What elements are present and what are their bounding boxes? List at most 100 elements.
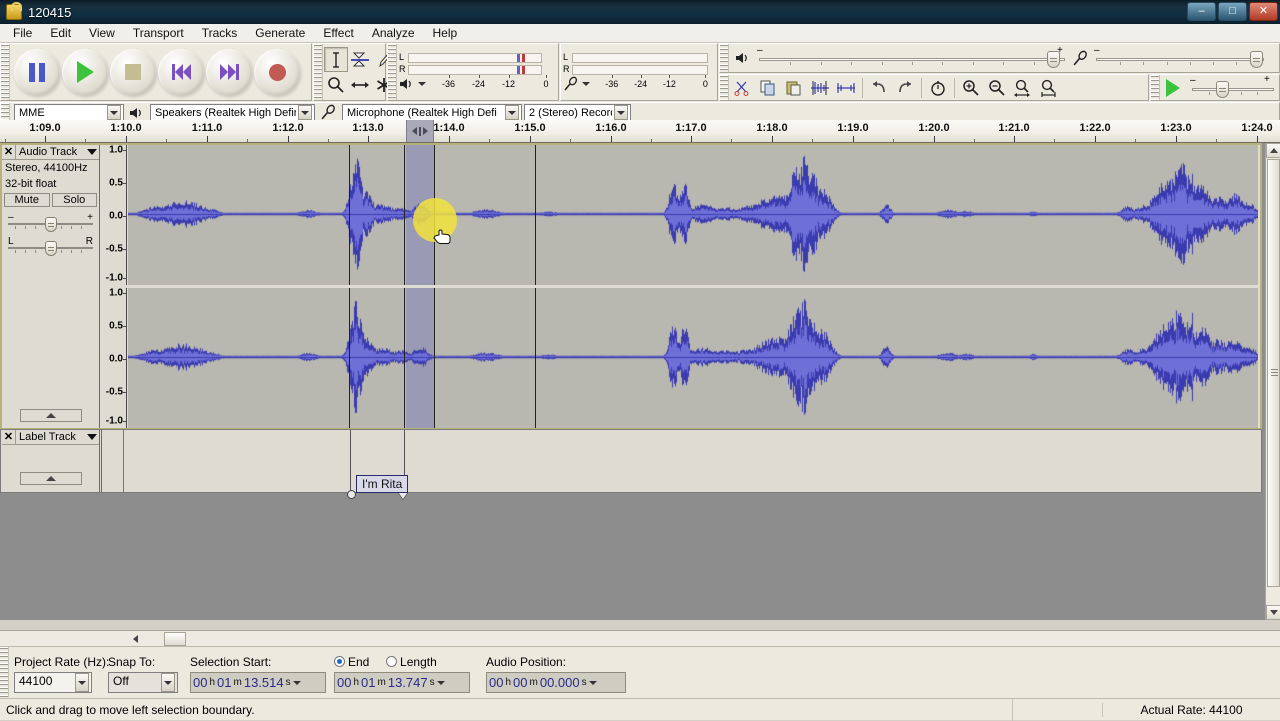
menu-generate[interactable]: Generate — [246, 24, 314, 42]
length-radio[interactable] — [386, 656, 398, 667]
scroll-down-button[interactable] — [1266, 605, 1280, 620]
selection-start-field[interactable]: 00 h 01 m 13.514 s — [190, 672, 326, 693]
stop-button[interactable] — [110, 49, 156, 95]
audio-track-collapse-button[interactable] — [20, 409, 82, 422]
record-meter-menu-icon[interactable] — [418, 82, 426, 86]
audio-track-control-panel[interactable]: ✕ Audio Track Stereo, 44100Hz 32-bit flo… — [2, 145, 100, 428]
playback-meter[interactable]: L R -36 -24 -12 0 — [561, 44, 717, 100]
menu-analyze[interactable]: Analyze — [363, 24, 424, 42]
scroll-left-button[interactable] — [128, 632, 142, 646]
pause-button[interactable] — [14, 49, 60, 95]
horizontal-scrollbar[interactable] — [0, 630, 1280, 646]
gain-slider-thumb[interactable] — [44, 217, 57, 232]
selection-edge-line-right[interactable] — [434, 288, 435, 428]
selection-toolbar-grip[interactable] — [0, 647, 9, 697]
input-volume-thumb[interactable] — [1250, 51, 1263, 68]
horizontal-scroll-thumb[interactable] — [164, 632, 186, 646]
tools-grip[interactable] — [314, 44, 323, 100]
label-right-handle[interactable] — [398, 492, 408, 499]
playhead-indicator[interactable] — [406, 120, 434, 142]
menu-edit[interactable]: Edit — [41, 24, 80, 42]
track-menu-button[interactable] — [85, 149, 99, 155]
project-rate-combo[interactable]: 44100 — [14, 672, 92, 693]
playspeed-grip[interactable] — [1151, 75, 1160, 100]
paste-button[interactable] — [781, 76, 807, 100]
input-device-arrow[interactable] — [505, 105, 519, 120]
play-speed-slider[interactable]: – + — [1190, 74, 1276, 98]
timeshift-tool[interactable] — [348, 72, 372, 97]
snap-to-arrow[interactable] — [161, 673, 175, 692]
pan-slider[interactable]: L R — [8, 236, 93, 257]
edit-grip[interactable] — [720, 75, 729, 100]
close-button[interactable]: ✕ — [1249, 2, 1278, 21]
menu-tracks[interactable]: Tracks — [193, 24, 247, 42]
project-rate-arrow[interactable] — [75, 673, 89, 692]
label-track-menu-button[interactable] — [85, 434, 99, 440]
scroll-up-button[interactable] — [1266, 143, 1280, 158]
selstart-spinner[interactable] — [293, 680, 302, 685]
end-radio[interactable] — [334, 656, 345, 667]
label-track-content[interactable]: I'm Rita — [101, 430, 1258, 499]
menu-help[interactable]: Help — [424, 24, 467, 42]
input-channels-combo[interactable]: 2 (Stereo) Record — [524, 104, 631, 121]
label-track-control-panel[interactable]: ✕ Label Track — [2, 430, 100, 492]
play-meter-menu-icon[interactable] — [582, 82, 590, 86]
input-channels-arrow[interactable] — [614, 105, 628, 120]
menu-effect[interactable]: Effect — [314, 24, 362, 42]
sync-lock-button[interactable] — [925, 76, 951, 100]
selection-end-field[interactable]: 00 h 01 m 13.747 s — [334, 672, 470, 693]
undo-button[interactable] — [866, 76, 892, 100]
output-volume-slider[interactable]: – + — [757, 45, 1067, 68]
recording-meter[interactable]: L R -36 -24 -12 0 — [397, 44, 558, 100]
record-button[interactable] — [254, 49, 300, 95]
minimize-button[interactable]: – — [1187, 2, 1216, 21]
menu-view[interactable]: View — [80, 24, 124, 42]
label-text[interactable]: I'm Rita — [356, 475, 409, 493]
skip-to-start-button[interactable] — [158, 49, 204, 95]
fit-selection-button[interactable] — [1010, 76, 1036, 100]
audio-position-field[interactable]: 00 h 00 m 00.000 s — [486, 672, 626, 693]
menu-transport[interactable]: Transport — [124, 24, 193, 42]
input-volume-slider[interactable]: – — [1094, 45, 1274, 68]
label-track-collapse-button[interactable] — [20, 472, 82, 485]
input-device-combo[interactable]: Microphone (Realtek High Defi — [342, 104, 522, 121]
timeline-ruler[interactable]: 1:09.0 1:10.0 1:11.0 1:12.0 1:13.0 1:14.0 1:15… — [0, 120, 1280, 143]
pan-slider-thumb[interactable] — [44, 241, 57, 256]
maximize-button[interactable]: □ — [1218, 2, 1247, 21]
record-meter-grip[interactable] — [388, 44, 397, 100]
zoom-tool[interactable] — [324, 72, 348, 97]
selection-tool[interactable] — [324, 47, 348, 72]
zoom-out-button[interactable] — [984, 76, 1010, 100]
output-device-arrow[interactable] — [298, 105, 312, 120]
solo-button[interactable]: Solo — [51, 193, 97, 207]
play-at-speed-button[interactable] — [1160, 78, 1186, 97]
envelope-tool[interactable] — [348, 47, 372, 72]
play-button[interactable] — [62, 49, 108, 95]
label-left-handle[interactable] — [347, 490, 356, 499]
redo-button[interactable] — [892, 76, 918, 100]
transport-grip[interactable] — [1, 44, 10, 100]
vertical-scroll-thumb[interactable] — [1267, 159, 1280, 587]
menu-file[interactable]: File — [4, 24, 41, 42]
output-volume-thumb[interactable] — [1047, 51, 1060, 68]
trim-button[interactable] — [807, 76, 833, 100]
output-device-combo[interactable]: Speakers (Realtek High Definit — [150, 104, 315, 121]
silence-button[interactable] — [833, 76, 859, 100]
play-speed-thumb[interactable] — [1216, 80, 1229, 98]
skip-to-end-button[interactable] — [206, 49, 252, 95]
fit-project-button[interactable] — [1036, 76, 1062, 100]
waveform-right-channel[interactable] — [128, 288, 1258, 428]
close-track-button[interactable]: ✕ — [2, 145, 16, 159]
mute-button[interactable]: Mute — [4, 193, 50, 207]
selend-spinner[interactable] — [437, 680, 446, 685]
gain-slider[interactable]: – + — [8, 212, 93, 233]
vertical-scrollbar[interactable] — [1265, 143, 1280, 620]
snap-to-combo[interactable]: Off — [108, 672, 178, 693]
zoom-in-button[interactable] — [958, 76, 984, 100]
cut-button[interactable] — [729, 76, 755, 100]
audio-host-combo[interactable]: MME — [14, 104, 124, 121]
audiopos-spinner[interactable] — [589, 680, 598, 685]
mixer-grip[interactable] — [720, 44, 729, 72]
close-label-track-button[interactable]: ✕ — [2, 430, 16, 444]
copy-button[interactable] — [755, 76, 781, 100]
